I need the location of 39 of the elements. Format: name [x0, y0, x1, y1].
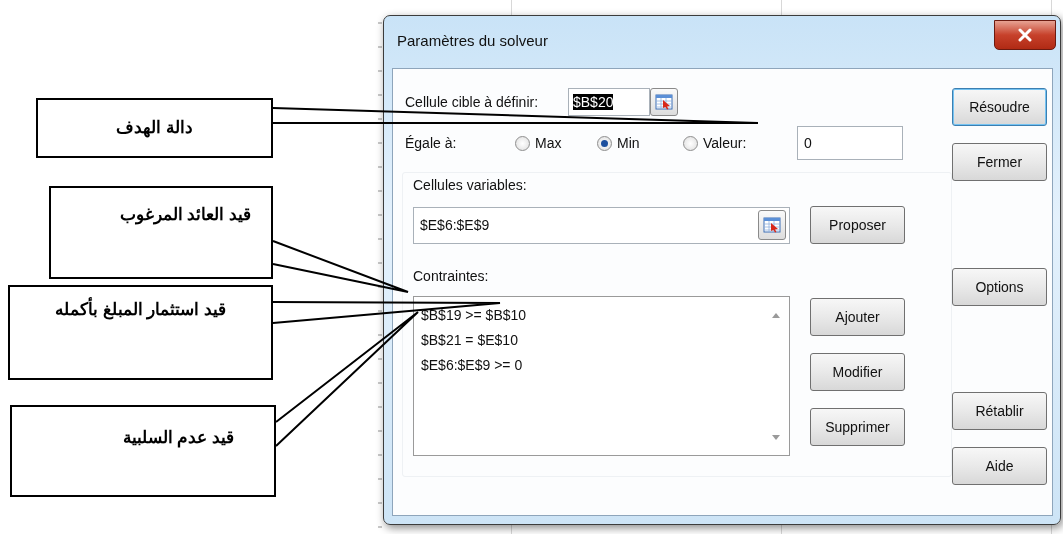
dialog-button[interactable]: Fermer — [952, 143, 1047, 181]
callout-box: قيد استثمار المبلغ بأكمله — [8, 285, 273, 380]
radio-option[interactable]: Min — [597, 135, 683, 151]
field-label: Contraintes: — [413, 268, 489, 284]
close-button[interactable] — [994, 20, 1056, 50]
callout-box: دالة الهدف — [36, 98, 273, 158]
radio-button[interactable] — [683, 135, 698, 151]
input-field[interactable]: $B$20 — [568, 88, 650, 116]
dialog-button[interactable]: Ajouter — [810, 298, 905, 336]
radio-button[interactable] — [597, 135, 612, 151]
dialog-button[interactable]: Rétablir — [952, 392, 1047, 430]
window-title: Paramètres du solveur — [397, 32, 548, 49]
callout-box: قيد عدم السلبية — [10, 405, 276, 497]
cell-reference-button[interactable] — [650, 88, 678, 116]
radio-button[interactable] — [515, 135, 530, 151]
field-label: Égale à: — [405, 135, 458, 151]
list-item[interactable]: $B$19 >= $B$10 — [421, 306, 771, 324]
field-label: Cellule cible à définir: — [405, 94, 540, 110]
cell-reference-button[interactable] — [758, 210, 786, 240]
input-field[interactable]: $E$6:$E$9 — [413, 206, 790, 244]
dialog-button[interactable]: Options — [952, 267, 1047, 306]
list-item[interactable]: $E$6:$E$9 >= 0 — [421, 356, 771, 374]
grid-arrow-icon — [655, 94, 673, 110]
scroll-down-icon[interactable] — [771, 434, 781, 441]
list-item[interactable]: $B$21 = $E$10 — [421, 331, 771, 349]
grid-arrow-icon — [763, 217, 781, 233]
dialog-button[interactable]: Aide — [952, 447, 1047, 485]
radio-option[interactable]: Valeur: — [683, 135, 797, 151]
field-label: Cellules variables: — [413, 177, 527, 193]
dialog-button[interactable]: Résoudre — [952, 88, 1047, 126]
radio-option[interactable]: Max — [515, 135, 597, 151]
input-field[interactable]: 0 — [797, 126, 903, 160]
callout-box: قيد العائد المرغوب — [49, 186, 273, 279]
close-icon — [1017, 28, 1033, 42]
propose-button[interactable]: Proposer — [810, 206, 905, 244]
dialog-button[interactable]: Supprimer — [810, 408, 905, 446]
dialog-button[interactable]: Modifier — [810, 353, 905, 391]
scroll-up-icon[interactable] — [771, 312, 781, 319]
constraints-list[interactable]: $B$19 >= $B$10 $B$21 = $E$10 $E$6:$E$9 >= 0 — [413, 296, 790, 456]
